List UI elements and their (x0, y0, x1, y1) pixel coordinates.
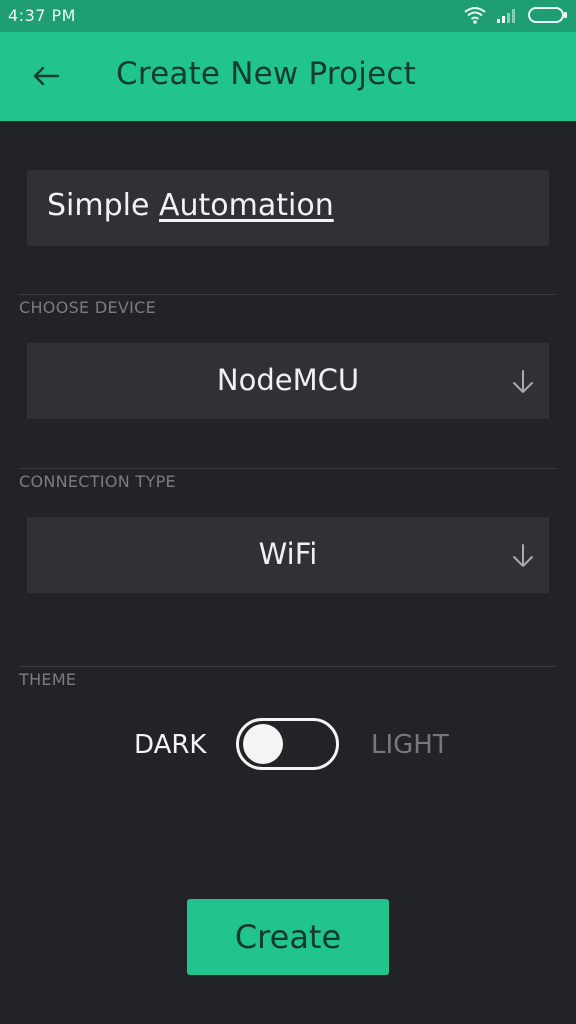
theme-label: THEME (19, 670, 77, 689)
page-title: Create New Project (116, 56, 416, 92)
theme-light-label[interactable]: LIGHT (371, 730, 449, 760)
battery-icon (528, 7, 567, 23)
status-bar: 4:37 PM (0, 0, 576, 32)
project-name-field[interactable]: Simple Automation (27, 170, 549, 246)
app-bar: Create New Project (0, 32, 576, 121)
wifi-icon (464, 7, 486, 24)
divider (19, 294, 556, 295)
theme-dark-label[interactable]: DARK (134, 730, 206, 760)
status-time: 4:37 PM (8, 6, 76, 25)
status-icons (464, 6, 568, 24)
signal-icon (497, 9, 515, 23)
device-select[interactable]: NodeMCU (27, 343, 549, 419)
connection-type-label: CONNECTION TYPE (19, 472, 176, 491)
theme-toggle[interactable] (236, 718, 339, 770)
back-button[interactable] (24, 54, 68, 98)
theme-switch-row: DARK LIGHT (0, 718, 576, 770)
divider (19, 468, 556, 469)
project-name-word-2: Automation (158, 188, 334, 223)
create-button[interactable]: Create (187, 899, 389, 975)
project-name-text: Simple Automation (47, 188, 334, 223)
connection-select-value: WiFi (258, 537, 318, 571)
device-select-value: NodeMCU (216, 363, 360, 397)
divider (19, 666, 556, 667)
toggle-knob (243, 724, 283, 764)
arrow-left-icon (33, 66, 60, 86)
arrow-down-icon (513, 544, 533, 567)
project-name-word-1: Simple (47, 188, 150, 223)
choose-device-label: CHOOSE DEVICE (19, 298, 157, 317)
connection-select[interactable]: WiFi (27, 517, 549, 593)
arrow-down-icon (513, 370, 533, 393)
